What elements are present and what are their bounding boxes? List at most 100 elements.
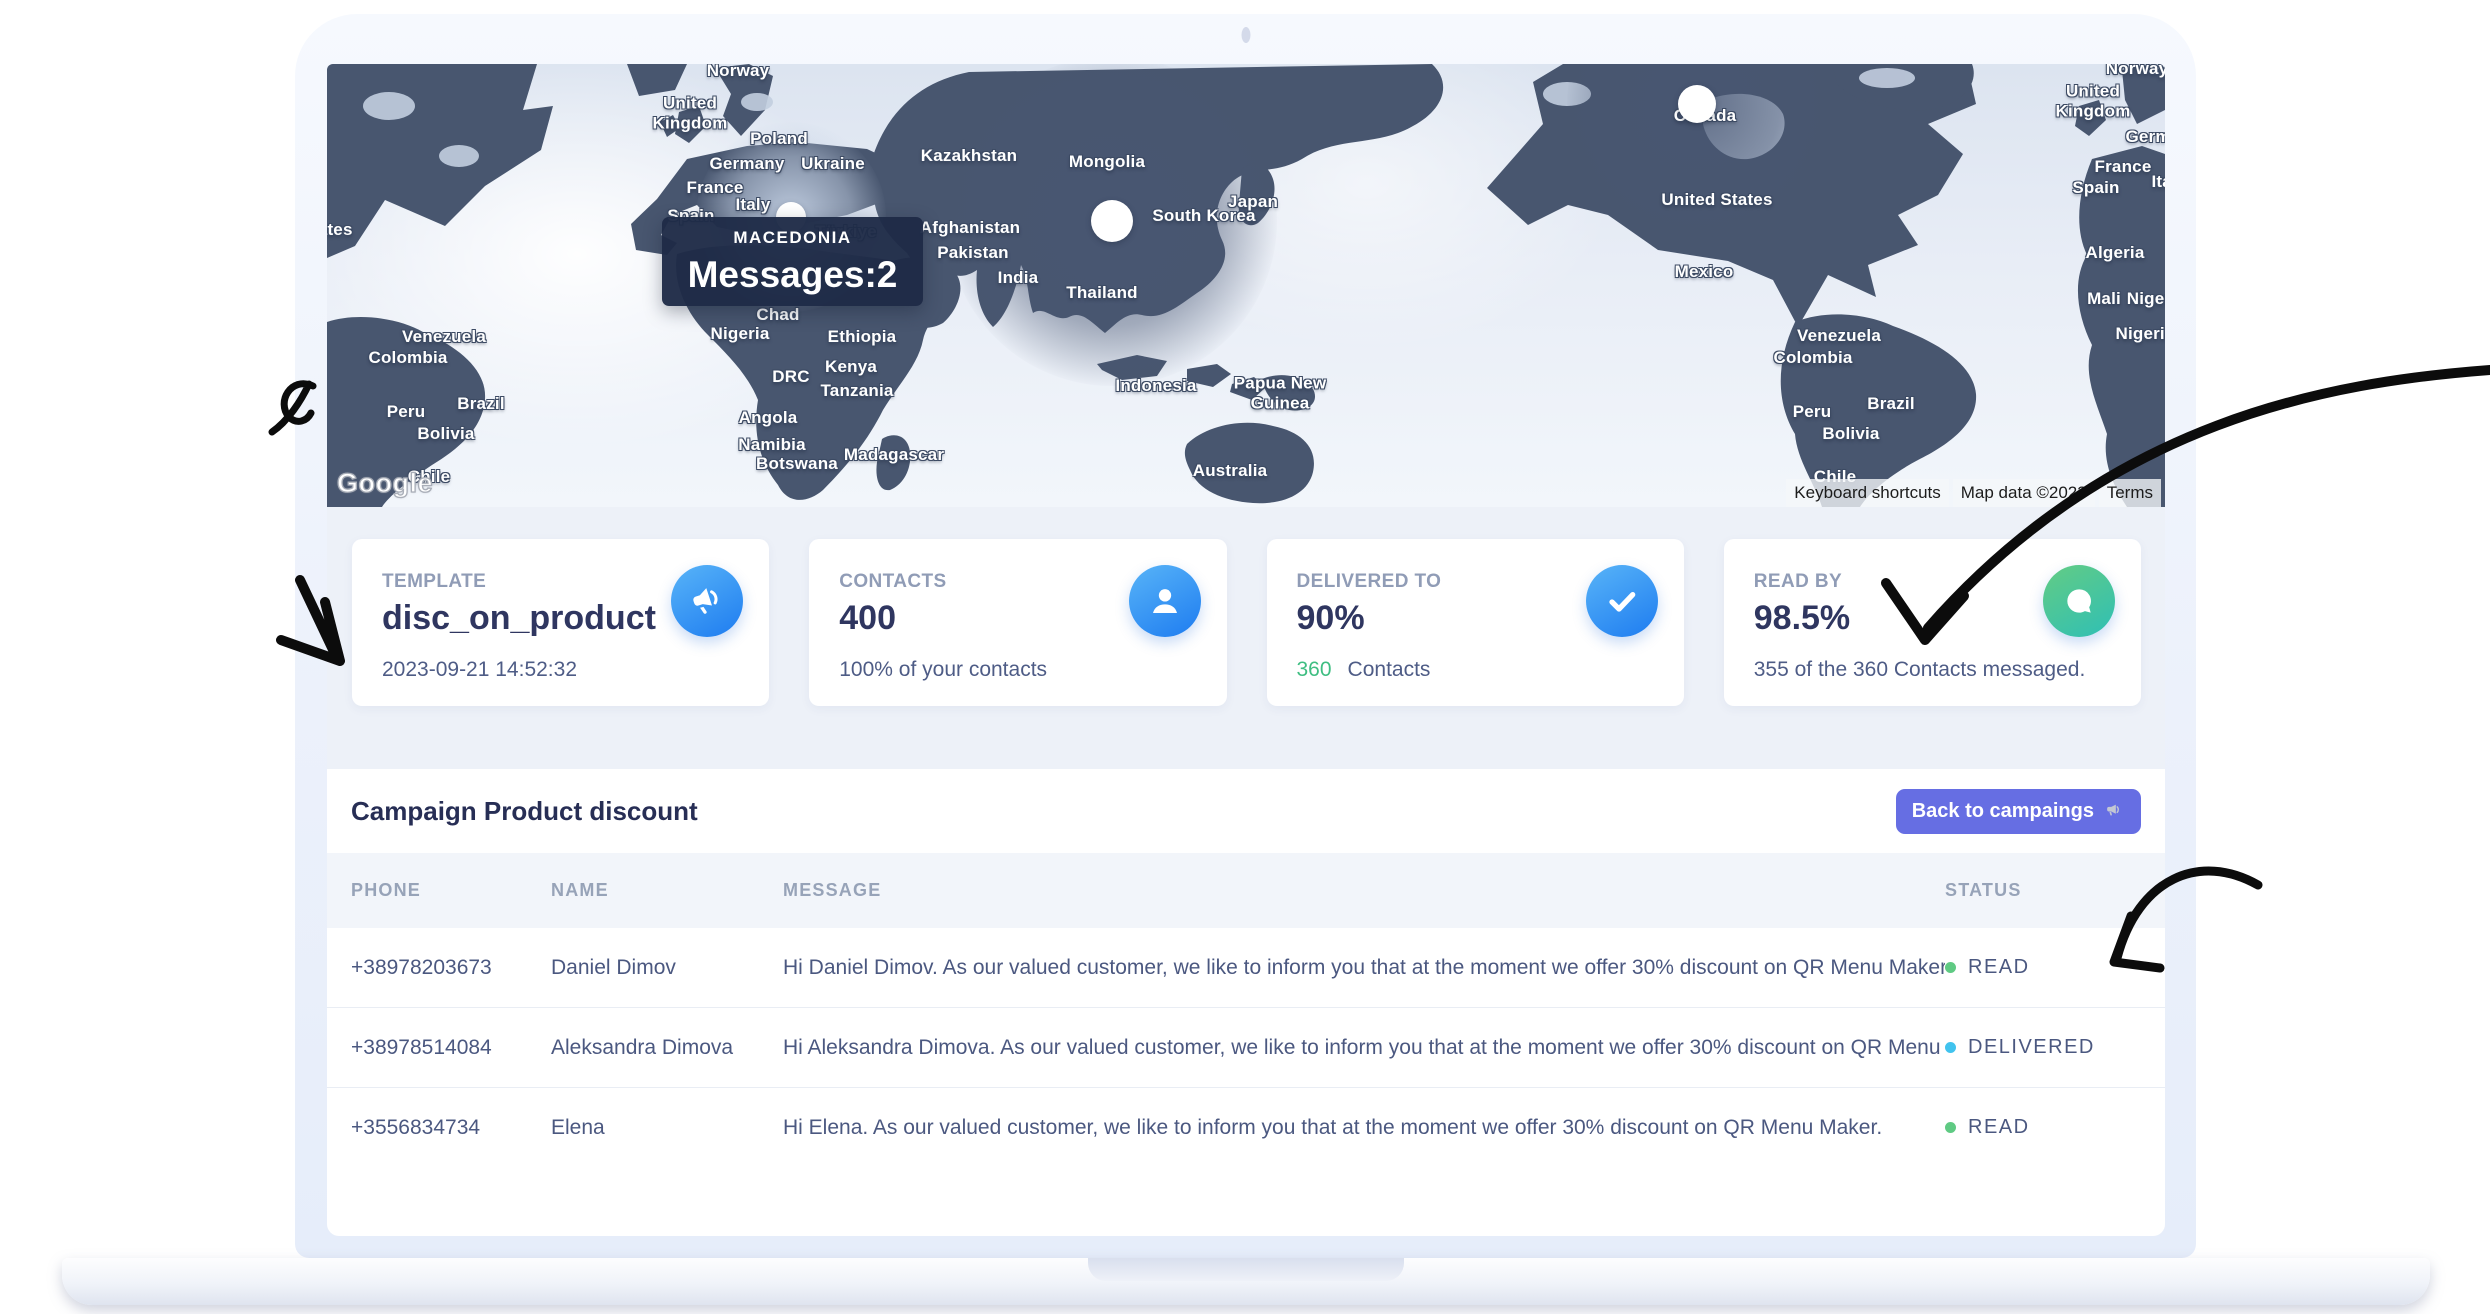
map-country-label: Italy xyxy=(2151,172,2165,192)
map-country-label: Venezuela xyxy=(1797,326,1881,346)
page: United StatesVenezuelaColombiaBrazilPeru… xyxy=(0,0,2490,1314)
stat-label: READ BY xyxy=(1754,571,1842,593)
tooltip-messages: Messages:2 xyxy=(688,254,898,296)
laptop-base xyxy=(62,1258,2430,1305)
map-country-label: Afghanistan xyxy=(920,218,1020,238)
stats-row: TEMPLATE disc_on_product 2023-09-21 14:52:… xyxy=(327,507,2165,706)
map-country-label: Poland xyxy=(750,129,808,149)
map-attribution: Keyboard shortcuts Map data ©2023 Terms xyxy=(1786,479,2161,507)
cell-name: Daniel Dimov xyxy=(551,956,783,980)
stat-subtext: 100% of your contacts xyxy=(839,658,1047,682)
map-country-label: Tanzania xyxy=(820,381,893,401)
map-country-label: Ukraine xyxy=(801,154,865,174)
campaign-title: Campaign Product discount xyxy=(351,796,698,827)
google-logo[interactable]: Google xyxy=(337,468,433,499)
map-country-label: Kazakhstan xyxy=(921,146,1017,166)
column-header-status: STATUS xyxy=(1945,880,2141,901)
stat-subtext-main: 100% of your contacts xyxy=(839,658,1047,682)
stat-subtext-main: 2023-09-21 14:52:32 xyxy=(382,658,577,682)
column-header-message: MESSAGE xyxy=(783,880,1945,901)
chat-icon xyxy=(2043,565,2115,637)
map-country-label: Namibia xyxy=(738,435,806,455)
stat-card-read-by: READ BY 98.5% 355 of the 360 Contacts mess… xyxy=(1724,539,2141,706)
map-country-label: Botswana xyxy=(756,454,838,474)
map-country-label: Brazil xyxy=(1867,394,1915,414)
stat-value: 400 xyxy=(839,599,896,638)
map-country-label: United States xyxy=(1661,190,1772,210)
map-country-label: DRC xyxy=(772,367,809,387)
back-to-campaigns-button[interactable]: Back to campaings xyxy=(1896,789,2141,834)
laptop-screen: United StatesVenezuelaColombiaBrazilPeru… xyxy=(295,14,2196,1258)
map-country-label: Papua New Guinea xyxy=(1234,373,1327,412)
stat-subtext-main: 355 of the 360 Contacts messaged. xyxy=(1754,658,2086,682)
stat-value: 98.5% xyxy=(1754,599,1850,638)
stat-subtext: 2023-09-21 14:52:32 xyxy=(382,658,577,682)
keyboard-shortcuts-link[interactable]: Keyboard shortcuts xyxy=(1786,479,1948,507)
map-country-label: Algeria xyxy=(2085,243,2144,263)
map-country-label: South Korea xyxy=(1152,206,1255,226)
column-header-name: NAME xyxy=(551,880,783,901)
map-country-label: India xyxy=(998,268,1039,288)
map-marker[interactable] xyxy=(1678,85,1716,123)
map-country-label: Nigeria xyxy=(710,324,769,344)
stat-value: disc_on_product xyxy=(382,599,656,638)
map-country-label: Thailand xyxy=(1066,283,1138,303)
cell-message: Hi Aleksandra Dimova. As our valued cust… xyxy=(783,1036,1945,1060)
map-country-label: Germany xyxy=(709,154,784,174)
map-country-label: Norway xyxy=(707,64,770,81)
map-country-label: Mongolia xyxy=(1069,152,1145,172)
stat-card-template: TEMPLATE disc_on_product 2023-09-21 14:52:… xyxy=(352,539,769,706)
map-country-label: United Kingdom xyxy=(2055,81,2130,120)
stat-subtext: 355 of the 360 Contacts messaged. xyxy=(1754,658,2086,682)
world-map[interactable]: United StatesVenezuelaColombiaBrazilPeru… xyxy=(327,64,2165,507)
map-country-label: Mexico xyxy=(1675,262,1734,282)
webcam-dot xyxy=(1241,27,1250,43)
table-header-row: PHONENAMEMESSAGESTATUS xyxy=(327,853,2165,928)
map-country-label: Chad xyxy=(756,305,799,325)
map-country-label: Germany xyxy=(2125,127,2165,147)
map-country-label: Bolivia xyxy=(417,424,474,444)
map-country-label: Ethiopia xyxy=(828,327,897,347)
stat-label: TEMPLATE xyxy=(382,571,486,593)
status-dot xyxy=(1945,1122,1956,1133)
stat-label: CONTACTS xyxy=(839,571,946,593)
map-country-label: Pakistan xyxy=(937,243,1009,263)
map-country-label: Indonesia xyxy=(1115,376,1196,396)
map-country-label: Bolivia xyxy=(1822,424,1879,444)
cell-name: Aleksandra Dimova xyxy=(551,1036,783,1060)
map-country-label: Niger xyxy=(2127,289,2165,309)
terms-link[interactable]: Terms xyxy=(2099,479,2161,507)
column-header-phone: PHONE xyxy=(351,880,551,901)
map-data-label: Map data ©2023 xyxy=(1953,479,2095,507)
map-country-label: Madagascar xyxy=(844,445,944,465)
status-label: READ xyxy=(1968,1116,2030,1139)
map-country-label: Norway xyxy=(2106,64,2165,79)
stat-card-contacts: CONTACTS 400 100% of your contacts xyxy=(809,539,1226,706)
status-dot xyxy=(1945,1042,1956,1053)
status-dot xyxy=(1945,962,1956,973)
map-country-label: Colombia xyxy=(1773,348,1852,368)
map-country-label: Mali xyxy=(2087,289,2121,309)
cell-message: Hi Elena. As our valued customer, we lik… xyxy=(783,1116,1945,1140)
map-marker[interactable] xyxy=(1091,200,1133,242)
table-row: +38978203673Daniel DimovHi Daniel Dimov.… xyxy=(327,928,2165,1007)
cell-message: Hi Daniel Dimov. As our valued customer,… xyxy=(783,956,1945,980)
map-country-label: Nigeria xyxy=(2115,324,2165,344)
cell-status: READ xyxy=(1945,956,2141,979)
map-country-label: Spain xyxy=(2072,178,2119,198)
cell-status: DELIVERED xyxy=(1945,1036,2141,1059)
stat-card-delivered-to: DELIVERED TO90%360Contacts xyxy=(1267,539,1684,706)
stat-value: 90% xyxy=(1297,599,1365,638)
status-label: READ xyxy=(1968,956,2030,979)
campaign-panel: Campaign Product discount Back to campai… xyxy=(327,769,2165,1236)
table-row: +38978514084Aleksandra DimovaHi Aleksand… xyxy=(327,1007,2165,1087)
map-country-label: Venezuela xyxy=(402,327,486,347)
cell-name: Elena xyxy=(551,1116,783,1140)
stat-subtext: 360Contacts xyxy=(1297,658,1431,682)
megaphone-icon xyxy=(671,565,743,637)
user-icon xyxy=(1129,565,1201,637)
map-country-label: Brazil xyxy=(457,394,505,414)
map-country-label: Colombia xyxy=(368,348,447,368)
map-country-label: United States xyxy=(327,220,353,240)
status-label: DELIVERED xyxy=(1968,1036,2095,1059)
